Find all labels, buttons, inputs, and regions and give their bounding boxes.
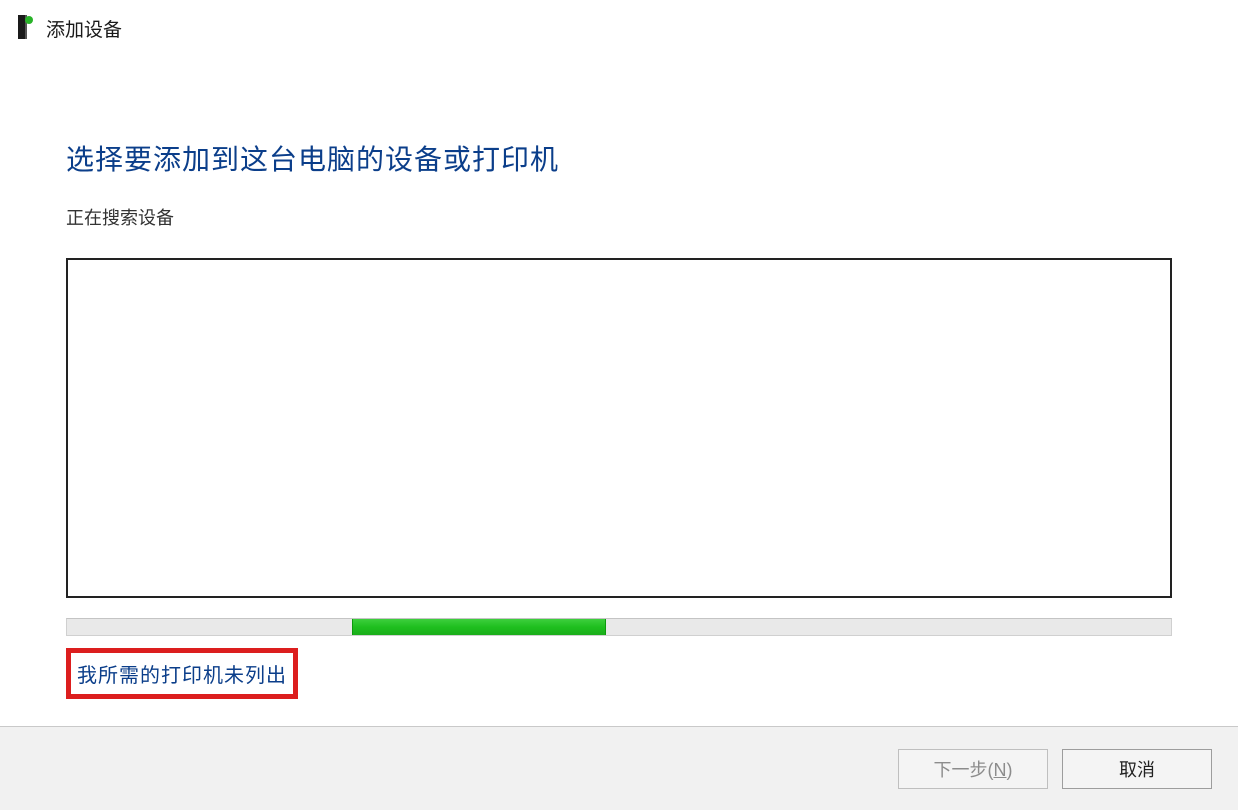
next-button-label-prefix: 下一步( [934, 760, 994, 780]
link-row: 我所需的打印机未列出 [66, 648, 1172, 699]
add-device-window: 添加设备 选择要添加到这台电脑的设备或打印机 正在搜索设备 我所需的打印机未列出… [0, 0, 1238, 810]
link-highlight-box: 我所需的打印机未列出 [66, 648, 298, 699]
window-title: 添加设备 [46, 15, 122, 42]
page-heading: 选择要添加到这台电脑的设备或打印机 [66, 138, 1172, 178]
progress-chunk [352, 619, 606, 635]
search-progress-bar [66, 618, 1172, 636]
device-list[interactable] [66, 258, 1172, 598]
next-button[interactable]: 下一步(N) [898, 749, 1048, 789]
cancel-button[interactable]: 取消 [1062, 749, 1212, 789]
printer-not-listed-link[interactable]: 我所需的打印机未列出 [77, 665, 287, 687]
next-button-label-suffix: ) [1007, 760, 1013, 780]
titlebar: 添加设备 [0, 0, 1238, 48]
next-button-key: N [994, 760, 1007, 780]
content-area: 选择要添加到这台电脑的设备或打印机 正在搜索设备 我所需的打印机未列出 [0, 48, 1238, 726]
device-icon [14, 15, 34, 41]
footer: 下一步(N) 取消 [0, 726, 1238, 810]
status-text: 正在搜索设备 [66, 204, 1172, 230]
